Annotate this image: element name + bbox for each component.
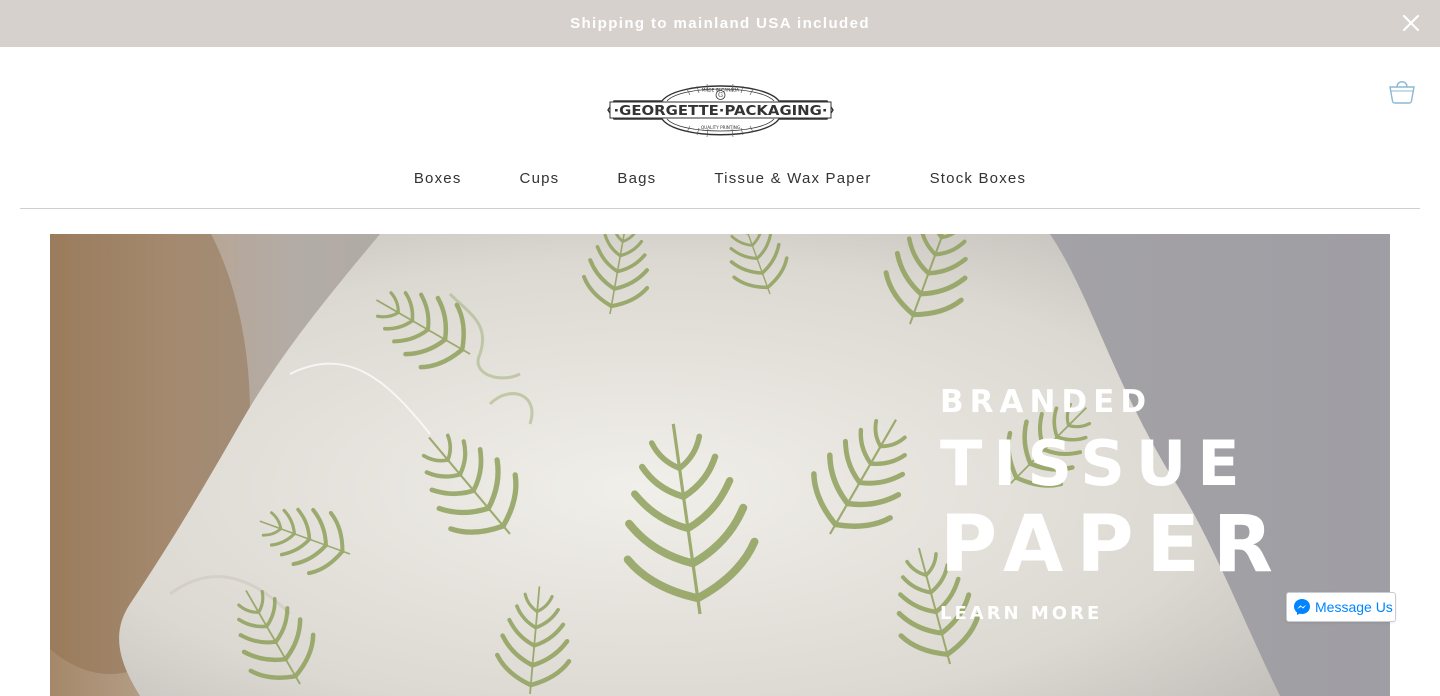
hero-line-branded: BRANDED — [940, 384, 1153, 420]
nav-item-cups[interactable]: Cups — [520, 170, 560, 187]
messenger-icon — [1294, 599, 1310, 615]
hero-text: BRANDED TISSUE PAPER LEARN MORE — [940, 382, 1286, 626]
logo-monogram: G — [718, 92, 723, 99]
shopping-bag-icon[interactable] — [1388, 78, 1416, 104]
nav-item-boxes[interactable]: Boxes — [414, 170, 462, 187]
hero-line-tissue: TISSUE — [940, 427, 1251, 500]
header-divider — [20, 208, 1420, 209]
nav-item-stock-boxes[interactable]: Stock Boxes — [930, 170, 1027, 187]
nav-item-bags[interactable]: Bags — [617, 170, 656, 187]
main-nav: Boxes Cups Bags Tissue & Wax Paper Stock… — [0, 157, 1440, 199]
announcement-bar: Shipping to mainland USA included — [0, 0, 1440, 47]
announcement-text: Shipping to mainland USA included — [570, 15, 870, 32]
close-icon[interactable] — [1400, 12, 1422, 34]
hero-banner[interactable]: BRANDED TISSUE PAPER LEARN MORE — [50, 234, 1390, 696]
message-us-button[interactable]: Message Us — [1286, 592, 1396, 622]
site-header: MADE IN CANADA G ·GEORGETTE·PACKAGING· Q… — [0, 47, 1440, 209]
hero-line-paper: PAPER — [940, 500, 1286, 590]
logo-bottom-text: QUALITY PRINTING — [701, 125, 740, 130]
site-logo[interactable]: MADE IN CANADA G ·GEORGETTE·PACKAGING· Q… — [607, 79, 834, 142]
logo-main-text: ·GEORGETTE·PACKAGING· — [614, 103, 828, 119]
learn-more-link[interactable]: LEARN MORE — [940, 602, 1102, 626]
nav-item-tissue-wax-paper[interactable]: Tissue & Wax Paper — [714, 170, 871, 187]
message-us-label: Message Us — [1315, 599, 1393, 615]
